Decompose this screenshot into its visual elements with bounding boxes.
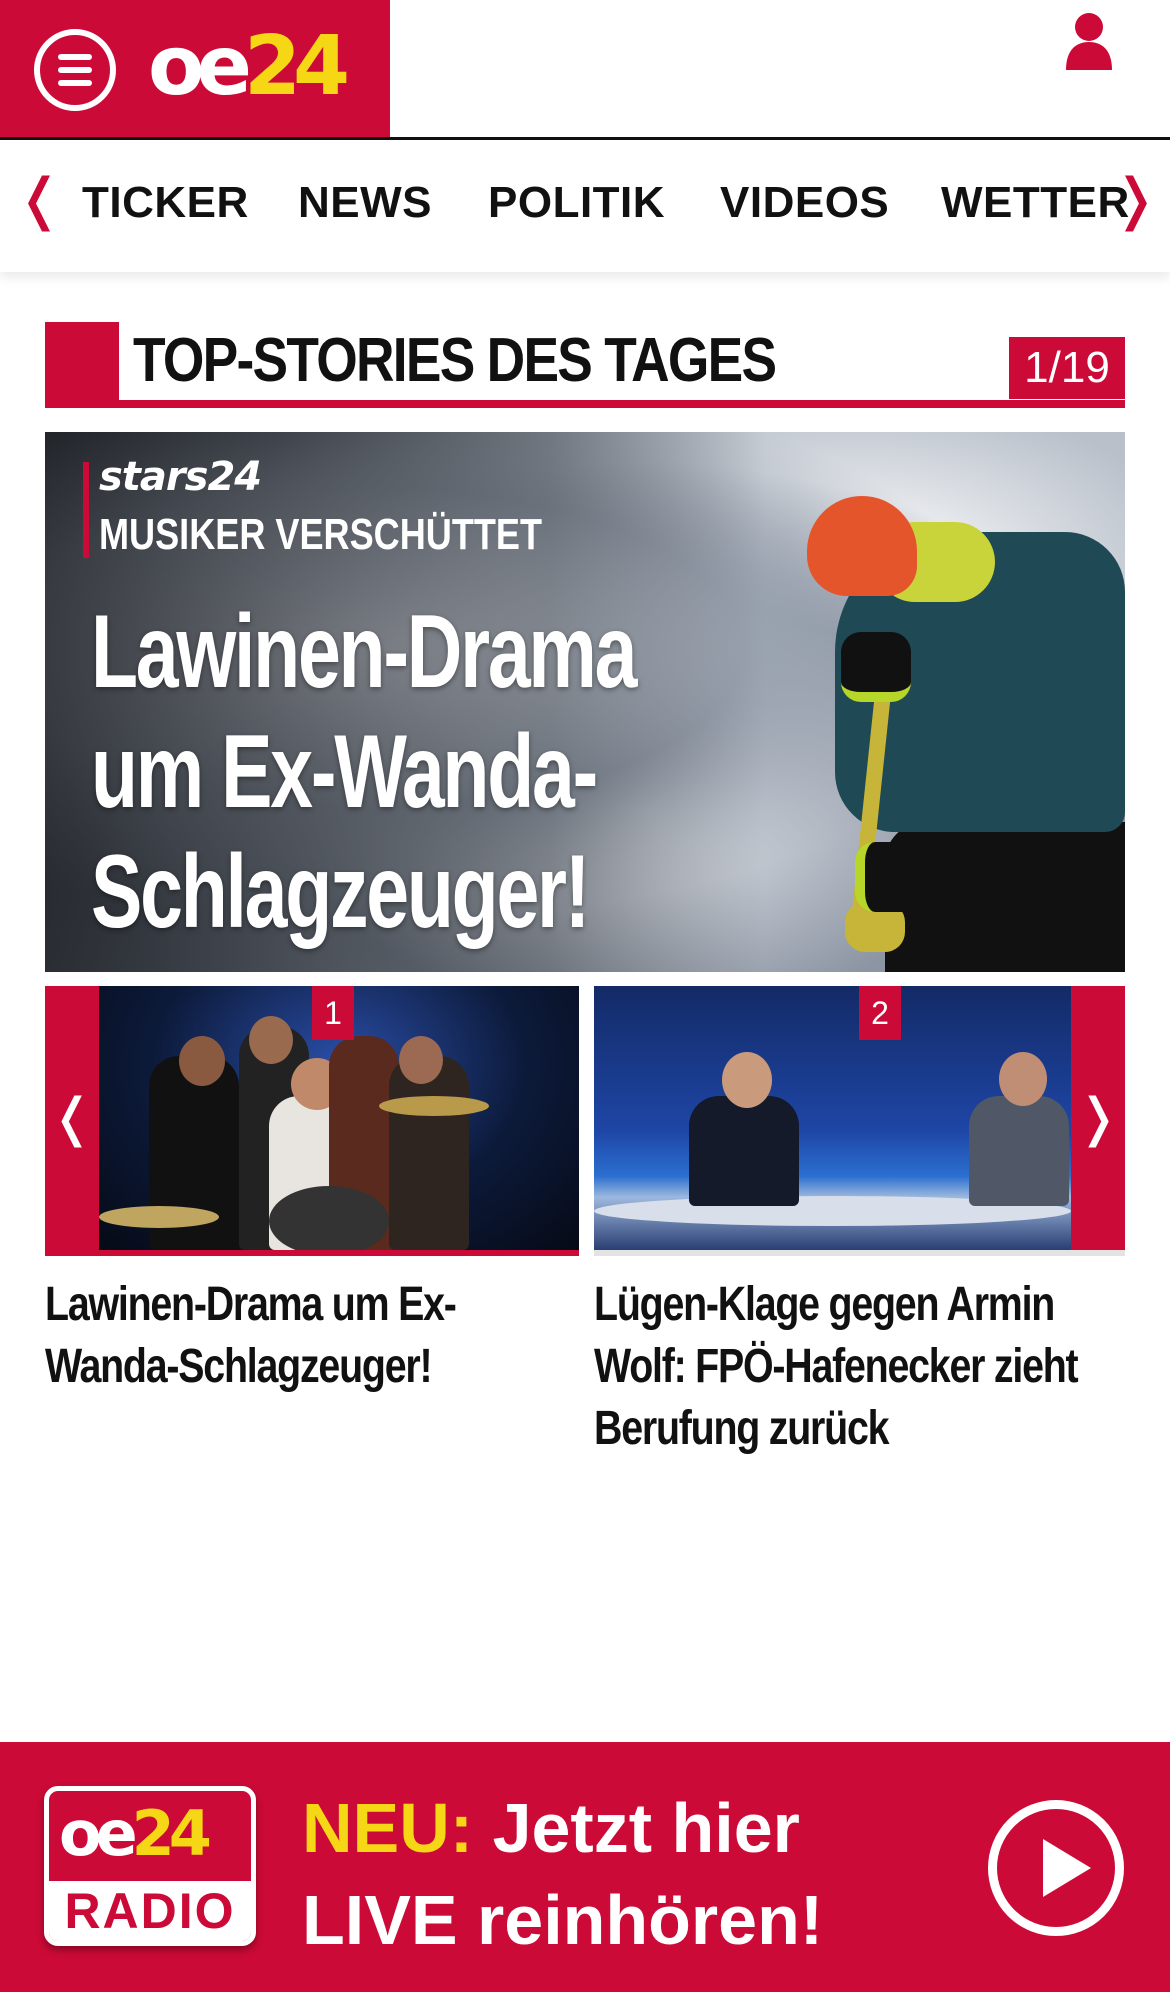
nav-item-videos[interactable]: VIDEOS [720, 178, 889, 228]
carousel-title-2[interactable]: Lügen-Klage gegen Armin Wolf: FPÖ-Hafene… [594, 1274, 1127, 1460]
carousel-item-1[interactable]: ❬ 1 [45, 986, 579, 1256]
radio-logo-label: RADIO [49, 1881, 251, 1941]
main-nav: ❬ TICKER NEWS POLITIK VIDEOS WETTER ❭ [0, 140, 1170, 272]
nav-item-ticker[interactable]: TICKER [82, 178, 249, 228]
radio-line-1: Jetzt hier [492, 1789, 800, 1867]
carousel-item-2[interactable]: ❭ 2 [594, 986, 1125, 1256]
radio-logo-mark: oe24 [59, 1797, 212, 1870]
hero-kicker-bar [83, 462, 89, 558]
play-icon[interactable] [988, 1800, 1124, 1936]
nav-item-wetter[interactable]: WETTER [941, 178, 1130, 228]
nav-item-politik[interactable]: POLITIK [488, 178, 665, 228]
carousel-title-1[interactable]: Lawinen-Drama um Ex-Wanda-Schlagzeuger! [45, 1274, 570, 1398]
hero-headline-line: Lawinen-Drama [91, 594, 637, 710]
chevron-left-icon[interactable]: ❬ [16, 170, 63, 230]
hamburger-menu-icon[interactable] [34, 29, 116, 111]
carousel-prev-icon[interactable]: ❬ [45, 986, 99, 1250]
radio-banner[interactable]: oe24 RADIO NEU: Jetzt hier LIVE reinhöre… [0, 1742, 1170, 1992]
rank-badge: 1 [312, 986, 354, 1040]
carousel-image-2 [594, 986, 1071, 1250]
chevron-right-icon[interactable]: ❭ [1112, 170, 1159, 230]
radio-line-2: LIVE reinhören! [302, 1881, 824, 1959]
hero-brand: stars24 [99, 454, 262, 500]
hero-kicker: MUSIKER VERSCHÜTTET [99, 510, 543, 559]
heading-underline [45, 400, 1125, 408]
nav-item-news[interactable]: NEWS [298, 178, 432, 228]
user-icon[interactable] [1064, 12, 1114, 70]
radio-logo-oe: oe [59, 1797, 138, 1870]
hero-headline-line: Schlagzeuger! [91, 834, 590, 950]
carousel-next-icon[interactable]: ❭ [1071, 986, 1125, 1250]
section-heading: TOP-STORIES DES TAGES [45, 322, 1125, 408]
rank-badge: 2 [859, 986, 901, 1040]
hero-headline-line: um Ex-Wanda- [91, 714, 598, 830]
logo-area: oe24 [0, 0, 390, 137]
hero-person-figure [745, 462, 1125, 972]
section-title: TOP-STORIES DES TAGES [133, 326, 777, 395]
radio-logo: oe24 RADIO [44, 1786, 256, 1946]
radio-promo-line-1: NEU: Jetzt hier [302, 1782, 823, 1874]
logo-24: 24 [243, 19, 350, 114]
heading-accent [45, 322, 119, 408]
radio-logo-24: 24 [131, 1797, 212, 1870]
story-counter: 1/19 [1009, 337, 1125, 399]
hero-story[interactable]: stars24 MUSIKER VERSCHÜTTET Lawinen-Dram… [45, 432, 1125, 972]
logo-oe: oe [148, 19, 252, 114]
radio-neu-label: NEU: [302, 1789, 474, 1867]
oe24-logo[interactable]: oe24 [148, 19, 350, 114]
site-header: oe24 [0, 0, 1170, 140]
hero-headline: Lawinen-Drama um Ex-Wanda- Schlagzeuger! [91, 592, 637, 952]
radio-promo-text: NEU: Jetzt hier LIVE reinhören! [302, 1782, 823, 1966]
